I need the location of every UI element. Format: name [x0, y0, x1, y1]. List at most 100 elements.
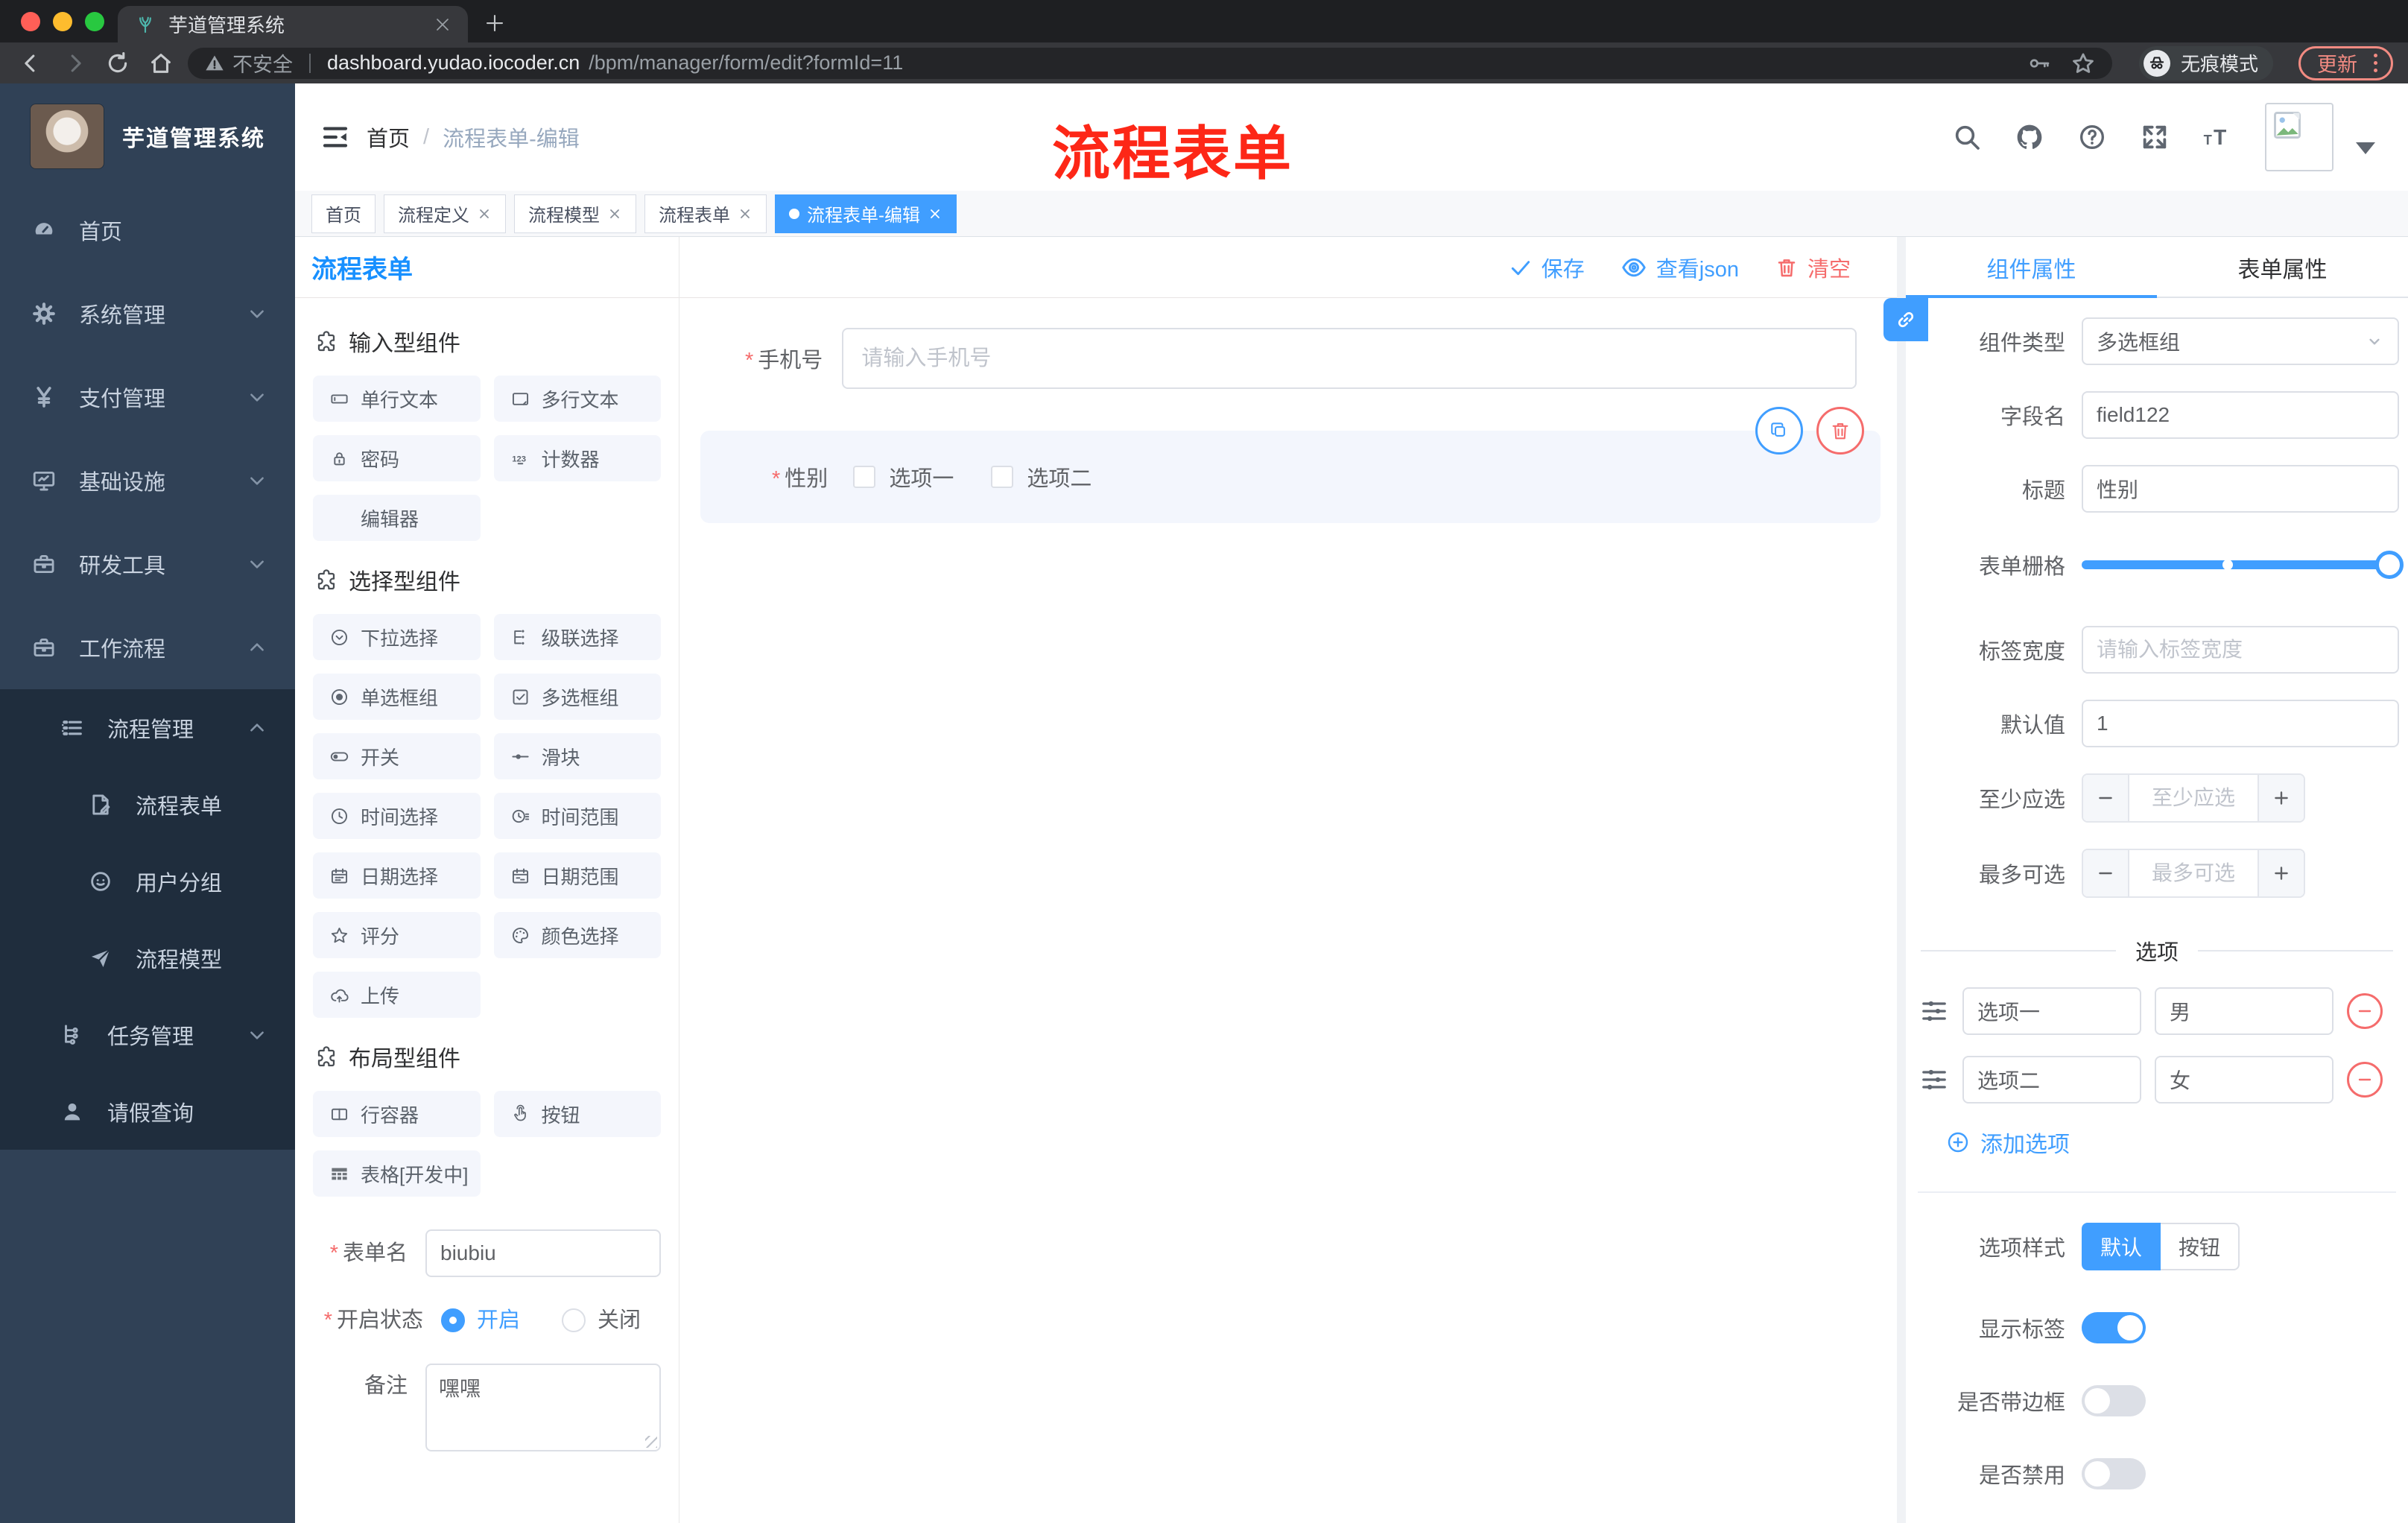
sidebar-item-system[interactable]: 系统管理 [0, 272, 295, 355]
stepper-plus-button[interactable] [2258, 850, 2304, 896]
gender-option2-checkbox[interactable] [991, 466, 1014, 488]
tag-process-form[interactable]: 流程表单 [644, 194, 767, 233]
home-button[interactable] [145, 47, 177, 80]
font-size-icon[interactable]: TT [2202, 122, 2232, 152]
palette-item-rate[interactable]: 评分 [313, 912, 481, 958]
browser-tab[interactable]: 芋道管理系统 [118, 6, 468, 42]
search-icon[interactable] [1952, 122, 1982, 152]
palette-item-time-range[interactable]: 时间范围 [493, 793, 661, 839]
sidebar-item-home[interactable]: 首页 [0, 189, 295, 272]
address-bar[interactable]: 不安全 dashboard.yudao.iocoder.cn/bpm/manag… [188, 47, 2112, 79]
style-default-button[interactable]: 默认 [2082, 1223, 2161, 1270]
tab-component-props[interactable]: 组件属性 [1906, 237, 2157, 298]
title-input[interactable] [2082, 465, 2399, 513]
max-select-stepper[interactable] [2082, 849, 2305, 898]
tab-form-props[interactable]: 表单属性 [2157, 237, 2408, 298]
show-label-switch[interactable] [2082, 1312, 2146, 1343]
palette-item-upload[interactable]: 上传 [313, 972, 481, 1018]
border-switch[interactable] [2082, 1385, 2146, 1416]
status-off-label[interactable]: 关闭 [598, 1305, 641, 1335]
duplicate-component-button[interactable] [1755, 407, 1803, 455]
new-tab-button[interactable] [480, 8, 510, 38]
label-width-input[interactable] [2082, 626, 2399, 674]
slider-track[interactable] [2082, 560, 2399, 569]
maximize-window-button[interactable] [85, 11, 104, 31]
palette-item-editor[interactable]: 编辑器 [313, 495, 481, 541]
breadcrumb-home[interactable]: 首页 [367, 121, 410, 153]
palette-item-cascader[interactable]: 级联选择 [493, 614, 661, 660]
form-name-input[interactable] [425, 1229, 661, 1277]
sidebar-item-user-group[interactable]: 用户分组 [0, 843, 295, 919]
gender-option1-checkbox[interactable] [853, 466, 876, 488]
bookmark-star-icon[interactable] [2070, 51, 2096, 76]
palette-item-date-range[interactable]: 日期范围 [493, 852, 661, 899]
minimize-window-button[interactable] [53, 11, 72, 31]
palette-item-row-container[interactable]: 行容器 [313, 1091, 481, 1137]
reload-button[interactable] [101, 47, 134, 80]
tag-process-form-edit[interactable]: 流程表单-编辑 [775, 194, 957, 233]
tag-close-icon[interactable] [928, 206, 942, 221]
add-option-button[interactable]: 添加选项 [1946, 1126, 2399, 1159]
palette-item-button[interactable]: 按钮 [493, 1091, 661, 1137]
sidebar-item-process-form[interactable]: 流程表单 [0, 766, 295, 843]
browser-menu-icon[interactable] [2371, 51, 2380, 75]
link-tab[interactable] [1883, 298, 1928, 341]
gender-field-selected[interactable]: 性别 选项一 选项二 [700, 407, 1881, 523]
gender-option1-label[interactable]: 选项一 [889, 461, 954, 493]
form-grid-slider[interactable] [2082, 541, 2404, 589]
view-json-button[interactable]: 查看json [1620, 252, 1739, 283]
palette-item-multi-text[interactable]: 多行文本 [493, 376, 661, 422]
save-button[interactable]: 保存 [1509, 252, 1585, 283]
tab-close-icon[interactable] [434, 16, 452, 34]
palette-item-radio-group[interactable]: 单选框组 [313, 674, 481, 720]
forward-button[interactable] [58, 47, 91, 80]
security-warning[interactable]: 不安全 [204, 48, 293, 77]
palette-item-switch[interactable]: 开关 [313, 733, 481, 779]
sidebar-item-process-mgmt[interactable]: 流程管理 [0, 689, 295, 766]
tag-close-icon[interactable] [738, 206, 752, 221]
tag-close-icon[interactable] [607, 206, 622, 221]
back-button[interactable] [15, 47, 48, 80]
github-icon[interactable] [2015, 122, 2044, 152]
sidebar-item-payment[interactable]: 支付管理 [0, 355, 295, 439]
option-value-input[interactable] [2155, 1056, 2333, 1104]
fullscreen-icon[interactable] [2140, 122, 2170, 152]
palette-item-color-picker[interactable]: 颜色选择 [493, 912, 661, 958]
remove-option-button[interactable] [2347, 993, 2383, 1029]
gender-option2-label[interactable]: 选项二 [1027, 461, 1091, 493]
default-value-input[interactable] [2082, 700, 2399, 747]
sidebar-item-leave-query[interactable]: 请假查询 [0, 1073, 295, 1150]
palette-item-slider[interactable]: 滑块 [493, 733, 661, 779]
option-label-input[interactable] [1962, 1056, 2141, 1104]
drag-handle-icon[interactable] [1919, 996, 1949, 1026]
style-button-button[interactable]: 按钮 [2161, 1223, 2240, 1270]
status-on-label[interactable]: 开启 [477, 1305, 520, 1335]
stepper-minus-button[interactable] [2083, 850, 2129, 896]
phone-field[interactable]: 手机号 [745, 328, 1857, 389]
palette-item-counter[interactable]: 123 计数器 [493, 435, 661, 481]
sidebar-item-devtools[interactable]: 研发工具 [0, 522, 295, 606]
tag-process-model[interactable]: 流程模型 [514, 194, 636, 233]
palette-item-password[interactable]: 密码 [313, 435, 481, 481]
palette-item-date-picker[interactable]: 日期选择 [313, 852, 481, 899]
slider-handle[interactable] [2375, 551, 2404, 579]
sidebar-item-task-mgmt[interactable]: 任务管理 [0, 996, 295, 1073]
min-select-input[interactable] [2129, 775, 2258, 821]
sidebar-item-infra[interactable]: 基础设施 [0, 439, 295, 522]
help-icon[interactable] [2077, 122, 2107, 152]
phone-input[interactable] [842, 328, 1857, 389]
palette-item-checkbox-group[interactable]: 多选框组 [493, 674, 661, 720]
tag-process-definition[interactable]: 流程定义 [384, 194, 506, 233]
field-name-input[interactable] [2082, 391, 2399, 439]
browser-update-button[interactable]: 更新 [2298, 45, 2393, 80]
delete-component-button[interactable] [1816, 407, 1864, 455]
palette-item-select[interactable]: 下拉选择 [313, 614, 481, 660]
status-on-radio[interactable] [441, 1308, 465, 1332]
component-type-select[interactable]: 多选框组 [2082, 317, 2399, 365]
sidebar-collapse-button[interactable] [317, 119, 353, 155]
option-label-input[interactable] [1962, 987, 2141, 1035]
remove-option-button[interactable] [2347, 1062, 2383, 1098]
stepper-plus-button[interactable] [2258, 775, 2304, 821]
palette-item-table[interactable]: 表格[开发中] [313, 1150, 481, 1197]
tag-close-icon[interactable] [477, 206, 492, 221]
